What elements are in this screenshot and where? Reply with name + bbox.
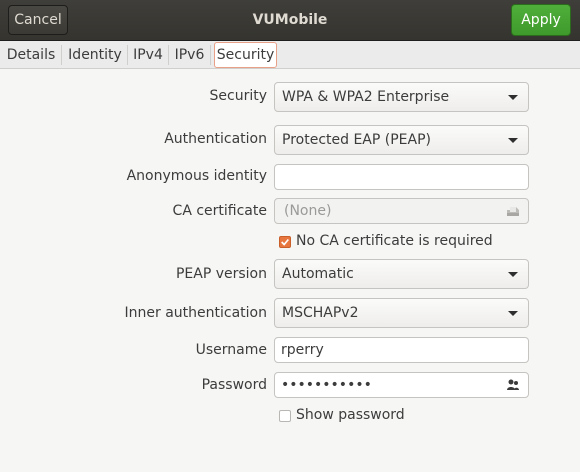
tab-details[interactable]: Details	[6, 44, 56, 68]
show-password-checkbox[interactable]	[279, 410, 291, 422]
inner-authentication-combo[interactable]: MSCHAPv2	[274, 298, 529, 328]
password-input[interactable]: •••••••••••	[274, 372, 529, 398]
header-bar: VUMobile Cancel Apply	[0, 0, 580, 41]
ca-certificate-chooser: (None)	[274, 198, 529, 224]
chevron-down-icon	[508, 311, 518, 316]
cancel-button[interactable]: Cancel	[8, 5, 68, 35]
inner-authentication-combo-value: MSCHAPv2	[282, 305, 359, 321]
password-value: •••••••••••	[281, 377, 372, 393]
checkmark-icon	[281, 238, 289, 246]
ca-certificate-label: CA certificate	[172, 203, 267, 219]
password-label: Password	[201, 377, 267, 393]
tab-identity[interactable]: Identity	[66, 44, 124, 68]
tab-ipv4[interactable]: IPv4	[133, 44, 163, 68]
security-combo[interactable]: WPA & WPA2 Enterprise	[274, 82, 529, 112]
tab-separator	[210, 45, 211, 65]
show-password-label[interactable]: Show password	[296, 407, 405, 423]
inner-authentication-label: Inner authentication	[124, 305, 267, 321]
authentication-combo[interactable]: Protected EAP (PEAP)	[274, 125, 529, 155]
peap-version-label: PEAP version	[175, 266, 267, 282]
tab-separator	[61, 45, 62, 65]
peap-version-combo-value: Automatic	[282, 266, 354, 282]
security-label: Security	[209, 88, 268, 104]
users-icon[interactable]	[506, 378, 520, 392]
chevron-down-icon	[508, 138, 518, 143]
peap-version-combo[interactable]: Automatic	[274, 259, 529, 289]
apply-button[interactable]: Apply	[511, 4, 571, 36]
authentication-combo-value: Protected EAP (PEAP)	[282, 132, 431, 148]
file-chooser-icon	[507, 207, 519, 216]
tab-security[interactable]: Security	[214, 42, 277, 68]
username-input[interactable]: rperry	[274, 337, 529, 363]
anonymous-identity-label: Anonymous identity	[126, 168, 267, 184]
anonymous-identity-input[interactable]	[274, 164, 529, 190]
chevron-down-icon	[508, 95, 518, 100]
tab-bar: Details Identity IPv4 IPv6 Security	[0, 41, 580, 69]
authentication-label: Authentication	[164, 131, 267, 147]
no-ca-required-checkbox[interactable]	[279, 236, 291, 248]
ca-certificate-value: (None)	[284, 203, 332, 219]
tab-separator	[168, 45, 169, 65]
tab-ipv6[interactable]: IPv6	[174, 44, 205, 68]
security-combo-value: WPA & WPA2 Enterprise	[282, 89, 450, 105]
tab-separator	[127, 45, 128, 65]
no-ca-required-label[interactable]: No CA certificate is required	[296, 233, 493, 249]
username-label: Username	[195, 342, 267, 358]
window-title: VUMobile	[252, 12, 328, 28]
chevron-down-icon	[508, 272, 518, 277]
